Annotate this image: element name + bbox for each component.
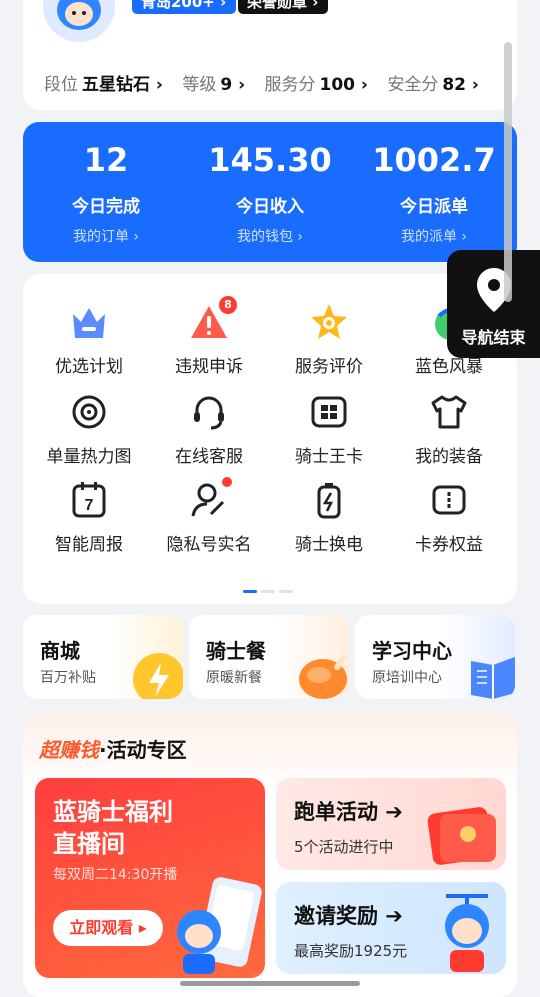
stat-safety-score[interactable]: 安全分 82 › <box>387 70 479 95</box>
shirt-icon <box>429 392 469 432</box>
grid-item-service-rating[interactable]: 服务评价 <box>269 302 389 377</box>
city-rank-tag[interactable]: 青岛200+ › <box>132 0 237 14</box>
person-edit-icon <box>189 477 232 520</box>
invite-reward-card[interactable]: 邀请奖励 ➔ 最高奖励1925元 <box>276 882 506 974</box>
honor-medal-tag[interactable]: 荣誉勋章 › <box>238 0 329 14</box>
metric-label: 今日收入 <box>236 197 304 217</box>
grid-item-violation-appeal[interactable]: 8 违规申诉 <box>149 296 269 377</box>
avatar[interactable] <box>43 0 115 42</box>
function-grid: 优选计划 8 违规申诉 服务评价 蓝色风暴 单量热力图 在线客服 骑士王卡 我的… <box>23 274 517 604</box>
grid-item-online-support[interactable]: 在线客服 <box>149 392 269 467</box>
metric-value: 12 <box>83 141 129 179</box>
crown-icon <box>69 302 109 342</box>
watch-now-button[interactable]: 立即观看 ▸ <box>53 910 163 946</box>
target-icon <box>69 392 109 432</box>
scrollbar[interactable] <box>504 42 512 302</box>
mall-coin-icon <box>133 653 183 699</box>
star-icon <box>309 302 349 342</box>
grid-item-coupons[interactable]: 卡券权益 <box>389 480 509 555</box>
grid-item-privacy-realname[interactable]: 隐私号实名 <box>149 477 269 555</box>
metric-dispatch[interactable]: 1002.7 今日派单 我的派单 › <box>354 140 514 246</box>
svg-text:7: 7 <box>85 497 94 514</box>
today-metrics-card: 12 今日完成 我的订单 › 145.30 今日收入 我的钱包 › 1002.7… <box>23 122 517 262</box>
metric-link[interactable]: 我的订单 › <box>26 226 186 246</box>
metric-link[interactable]: 我的钱包 › <box>190 226 350 246</box>
grid-item-my-equipment[interactable]: 我的装备 <box>389 392 509 467</box>
grid-item-preferred-plan[interactable]: 优选计划 <box>29 302 149 377</box>
profile-card: 青岛200+ › 荣誉勋章 › 段位 五星钻石 › 等级 9 › 服务分 100 › … <box>23 0 517 110</box>
activity-zone-card: 超赚钱·活动专区 蓝骑士福利 直播间 每双周二14:30开播 立即观看 ▸ 跑单… <box>23 712 517 997</box>
metric-income[interactable]: 145.30 今日收入 我的钱包 › <box>190 140 350 246</box>
book-icon <box>471 657 515 699</box>
coupon-icon <box>429 480 469 520</box>
metric-label: 今日派单 <box>400 197 468 217</box>
metric-label: 今日完成 <box>72 197 140 217</box>
live-stream-banner[interactable]: 蓝骑士福利 直播间 每双周二14:30开播 立即观看 ▸ <box>35 778 265 978</box>
stat-service-score[interactable]: 服务分 100 › <box>265 70 368 95</box>
metric-completed[interactable]: 12 今日完成 我的订单 › <box>26 140 186 246</box>
metric-link[interactable]: 我的派单 › <box>354 226 514 246</box>
stat-level[interactable]: 等级 9 › <box>182 70 245 95</box>
grid-item-heatmap[interactable]: 单量热力图 <box>29 392 149 467</box>
metric-value: 145.30 <box>208 141 332 179</box>
red-envelope-icon <box>427 807 496 865</box>
shortcut-mall[interactable]: 商城 百万补贴 <box>23 615 183 699</box>
shortcut-rider-meal[interactable]: 骑士餐 原暖新餐 <box>189 615 349 699</box>
notification-dot <box>222 477 232 487</box>
metric-value: 1002.7 <box>372 141 496 179</box>
phone-mascot-illustration <box>177 877 262 974</box>
stat-rank[interactable]: 段位 五星钻石 › <box>44 70 163 95</box>
grid-item-battery-swap[interactable]: 骑士换电 <box>269 480 389 555</box>
calendar-icon: 7 <box>69 480 109 520</box>
shortcut-learning-center[interactable]: 学习中心 原培训中心 <box>355 615 515 699</box>
grid-item-weekly-report[interactable]: 7 智能周报 <box>29 480 149 555</box>
warning-icon: 8 <box>189 296 237 342</box>
notification-badge: 8 <box>219 296 237 314</box>
battery-icon <box>309 480 349 520</box>
headset-icon <box>189 392 229 432</box>
drumstick-icon <box>299 655 347 699</box>
home-indicator[interactable] <box>180 981 360 986</box>
profile-stats-row: 段位 五星钻石 › 等级 9 › 服务分 100 › 安全分 82 › <box>44 70 493 95</box>
grid-page-indicator <box>241 578 295 597</box>
card-icon <box>309 392 349 432</box>
grid-item-rider-card[interactable]: 骑士王卡 <box>269 392 389 467</box>
navigation-ended-overlay[interactable]: 导航结束 <box>447 250 540 358</box>
propeller-mascot-icon <box>445 894 489 972</box>
activity-zone-title: 超赚钱·活动专区 <box>39 738 187 762</box>
run-activity-card[interactable]: 跑单活动 ➔ 5个活动进行中 <box>276 778 506 870</box>
